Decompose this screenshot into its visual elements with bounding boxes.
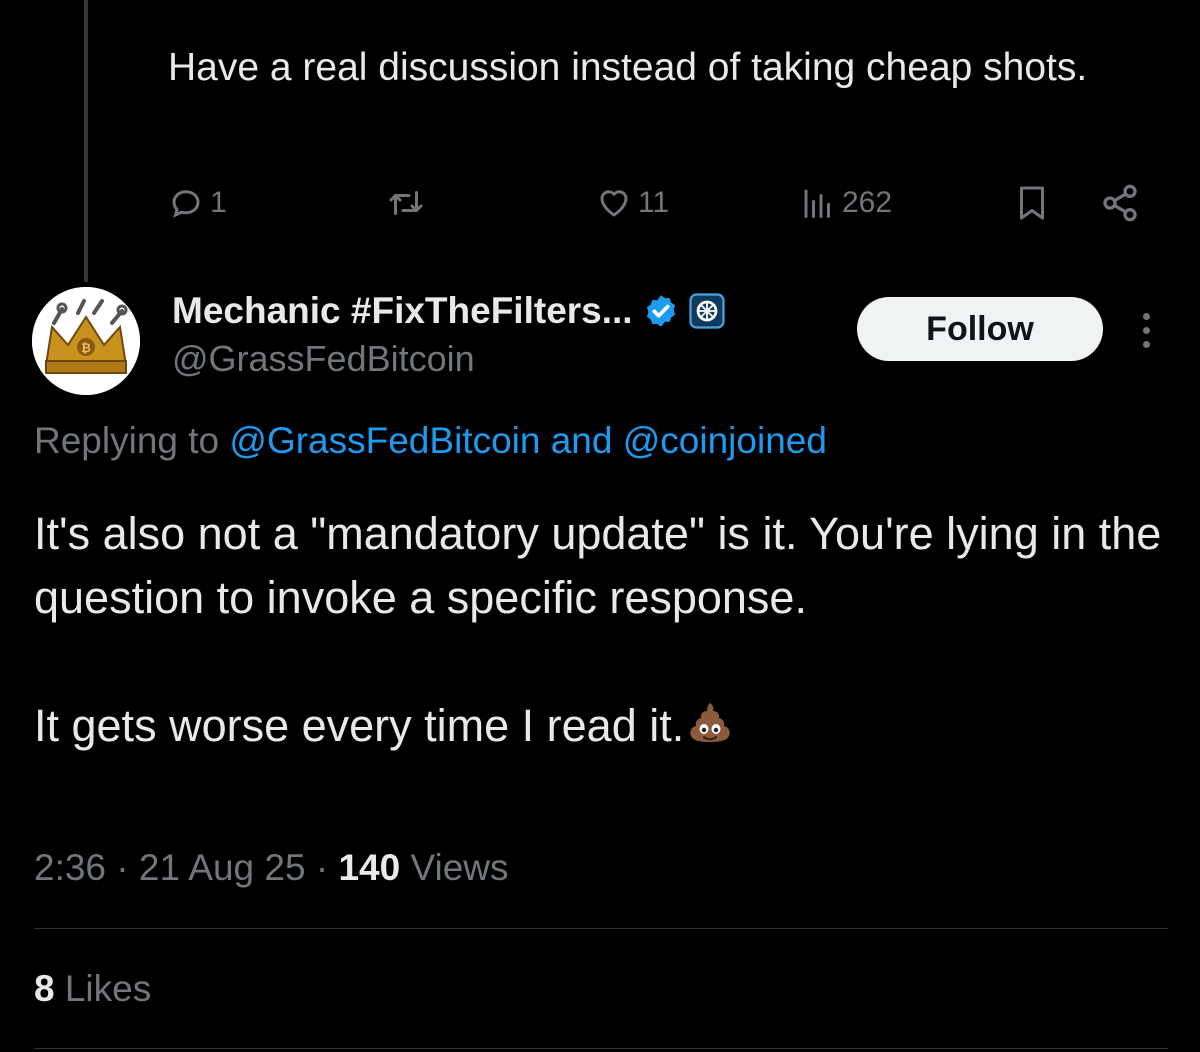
- views-label: Views: [410, 847, 509, 888]
- tweet-body: It's also not a "mandatory update" is it…: [34, 502, 1164, 758]
- parent-tweet-text: Have a real discussion instead of taking…: [168, 46, 1088, 89]
- crown-logo-icon: ₿: [32, 287, 140, 395]
- replying-user-link-2[interactable]: @coinjoined: [623, 420, 827, 461]
- views-count-total: 140: [338, 847, 401, 888]
- tweet-paragraph-2-wrap: It gets worse every time I read it.: [34, 694, 1164, 758]
- divider: [34, 1048, 1168, 1049]
- bookmark-icon: [1020, 186, 1044, 220]
- like-button[interactable]: 11: [596, 178, 669, 228]
- heart-icon: [600, 190, 628, 217]
- thread-connector-line: [84, 0, 88, 282]
- affiliate-badge-icon: [688, 293, 725, 329]
- tweet-meta: 2:36 · 21 Aug 25 · 140 Views: [34, 847, 509, 889]
- share-icon: [1103, 184, 1137, 222]
- tweet-paragraph-1: It's also not a "mandatory update" is it…: [34, 508, 1162, 623]
- follow-button[interactable]: Follow: [857, 297, 1103, 361]
- more-dot-icon: [1142, 312, 1150, 320]
- parent-tweet-action-bar: 1 11 262: [168, 178, 1148, 228]
- replying-user-link-1[interactable]: @GrassFedBitcoin: [229, 420, 540, 461]
- views-chart-icon: [804, 189, 830, 218]
- bookmark-button[interactable]: [1014, 178, 1050, 228]
- author-name-row: Mechanic #FixTheFilters...: [172, 287, 725, 335]
- display-name[interactable]: Mechanic #FixTheFilters...: [172, 290, 633, 332]
- tweet-paragraph-2: It gets worse every time I read it.: [34, 700, 685, 751]
- meta-separator-1: ·: [106, 847, 139, 888]
- replying-to-line: Replying to @GrassFedBitcoin and @coinjo…: [34, 420, 827, 462]
- author-handle[interactable]: @GrassFedBitcoin: [172, 338, 475, 380]
- poop-emoji-icon: [690, 703, 731, 742]
- likes-label: Likes: [64, 968, 152, 1009]
- share-button[interactable]: [1100, 178, 1140, 228]
- reply-count: 1: [210, 186, 227, 219]
- divider: [34, 928, 1168, 929]
- likes-summary[interactable]: 8 Likes: [34, 968, 151, 1010]
- more-dot-icon: [1142, 340, 1150, 348]
- avatar[interactable]: ₿: [32, 287, 140, 395]
- likes-count: 8: [34, 968, 55, 1009]
- retweet-icon: [389, 191, 423, 215]
- replying-prefix: Replying to: [34, 420, 220, 461]
- tweet-date[interactable]: 21 Aug 25: [139, 847, 306, 888]
- svg-text:₿: ₿: [81, 341, 91, 355]
- meta-separator-2: ·: [305, 847, 339, 888]
- reply-icon: [172, 190, 200, 218]
- tweet-time[interactable]: 2:36: [34, 847, 106, 888]
- verified-badge-icon: [646, 295, 675, 327]
- more-options-button[interactable]: [1130, 308, 1162, 352]
- more-dot-icon: [1142, 326, 1150, 334]
- like-count: 11: [638, 186, 670, 219]
- views-count: 262: [842, 186, 893, 219]
- replying-and: and: [550, 420, 613, 461]
- retweet-button[interactable]: [386, 178, 432, 228]
- views-button[interactable]: 262: [800, 178, 892, 228]
- reply-button[interactable]: 1: [168, 178, 227, 228]
